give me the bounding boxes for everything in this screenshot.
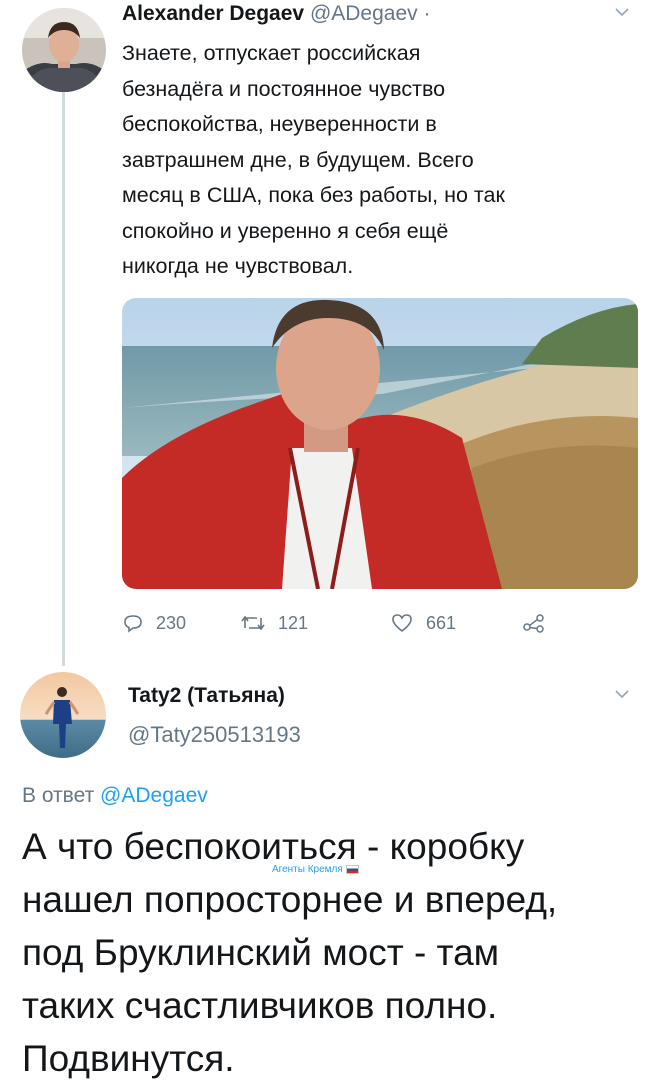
reply-author-avatar[interactable] (20, 672, 106, 758)
tweet-header: Alexander Degaev @ADegaev · (122, 2, 431, 26)
tweet-text-line: спокойно и уверенно я себя ещё (122, 218, 449, 243)
beach-selfie-image (122, 298, 638, 589)
comment-icon (124, 615, 142, 633)
thread-connector-line (62, 92, 65, 666)
avatar-photo (20, 672, 106, 758)
tweet-action-bar: 230 121 661 (122, 606, 602, 640)
tweet-text: Знаете, отпускает российская безнадёга и… (122, 36, 632, 285)
avatar-photo (22, 8, 106, 92)
russian-flag-icon (345, 865, 359, 874)
share-icon (523, 614, 544, 633)
reply-text-line: таких счастливчиков полно. (22, 985, 498, 1026)
watermark-text: Агенты Кремля (272, 864, 343, 875)
tweet-text-line: никогда не чувствовал. (122, 254, 354, 278)
replying-to-prefix: В ответ (22, 784, 95, 807)
reply-text-line: нашел попросторнее и вперед, (22, 879, 558, 920)
reply-text: А что беспокоиться - коробку нашел попро… (22, 820, 642, 1085)
reply-author-name[interactable]: Taty2 (Татьяна) (128, 684, 285, 708)
reply-author-handle[interactable]: @Taty250513193 (128, 722, 301, 748)
chevron-down-icon[interactable] (614, 4, 630, 25)
chevron-down-icon[interactable] (614, 686, 630, 707)
tweet-text-line: беспокойства, неуверенности в (122, 112, 437, 136)
author-avatar[interactable] (22, 8, 106, 92)
like-count: 661 (426, 612, 457, 633)
retweet-count: 121 (278, 612, 309, 633)
heart-icon (392, 614, 412, 633)
replying-to-handle-link[interactable]: @ADegaev (100, 784, 208, 807)
retweet-button[interactable]: 121 (240, 606, 308, 640)
author-name[interactable]: Alexander Degaev (122, 2, 304, 25)
reply-count: 230 (156, 612, 187, 633)
reply-text-line: под Бруклинский мост - там (22, 932, 500, 973)
tweet-text-line: месяц в США, пока без работы, но так (122, 183, 505, 207)
watermark: Агенты Кремля (272, 864, 359, 875)
share-button[interactable] (522, 606, 558, 640)
tweet-text-line: Знаете, отпускает российская (122, 41, 421, 65)
tweet-photo[interactable] (122, 298, 638, 589)
like-button[interactable]: 661 (390, 606, 456, 640)
reply-button[interactable]: 230 (122, 606, 186, 640)
header-separator: · (423, 2, 431, 25)
replying-to-label: В ответ @ADegaev (22, 784, 208, 808)
tweet-text-line: завтрашнем дне, в будущем. Всего (122, 147, 474, 172)
reply-text-line: Подвинутся. (22, 1038, 235, 1079)
tweet-text-line: безнадёга и постоянное чувство (122, 76, 446, 101)
retweet-icon (241, 615, 265, 631)
author-handle[interactable]: @ADegaev (310, 2, 418, 25)
